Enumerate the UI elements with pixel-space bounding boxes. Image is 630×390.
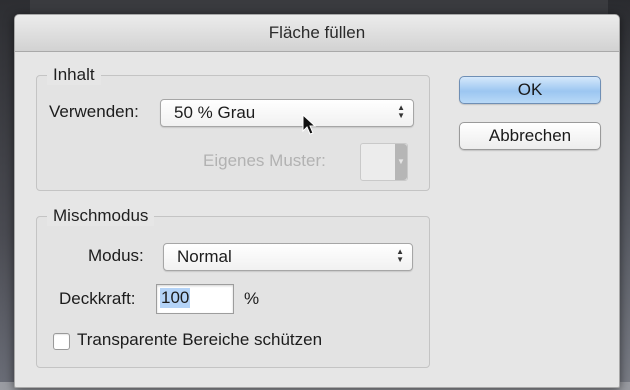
select-arrows-icon: ▲ ▼ xyxy=(397,103,405,120)
modus-select[interactable]: Normal ▲ ▼ xyxy=(163,243,413,271)
fill-dialog: Fläche füllen Inhalt Verwenden: 50 % Gra… xyxy=(14,14,620,388)
select-arrows-icon: ▲ ▼ xyxy=(396,247,404,264)
mischmodus-legend: Mischmodus xyxy=(47,206,155,226)
verwenden-label: Verwenden: xyxy=(49,102,139,121)
picker-arrow-icon: ▼ xyxy=(395,144,407,180)
modus-label: Modus: xyxy=(88,246,144,265)
ok-button[interactable]: OK xyxy=(459,76,601,104)
eigenes-muster-label: Eigenes Muster: xyxy=(203,151,326,170)
verwenden-value: 50 % Grau xyxy=(174,103,256,122)
deckkraft-value: 100 xyxy=(160,288,191,308)
eigenes-muster-picker[interactable]: ▼ xyxy=(360,143,408,181)
inhalt-legend: Inhalt xyxy=(47,65,101,85)
mouse-pointer-icon xyxy=(302,114,317,135)
dialog-title: Fläche füllen xyxy=(15,15,619,52)
deckkraft-input[interactable]: 100 xyxy=(156,284,234,314)
transparent-label[interactable]: Transparente Bereiche schützen xyxy=(77,329,322,351)
transparent-checkbox[interactable] xyxy=(53,333,70,350)
deckkraft-unit: % xyxy=(244,289,260,308)
deckkraft-label: Deckkraft: xyxy=(59,289,136,308)
modus-value: Normal xyxy=(177,247,232,266)
verwenden-select[interactable]: 50 % Grau ▲ ▼ xyxy=(160,99,414,127)
cancel-button[interactable]: Abbrechen xyxy=(459,122,601,150)
